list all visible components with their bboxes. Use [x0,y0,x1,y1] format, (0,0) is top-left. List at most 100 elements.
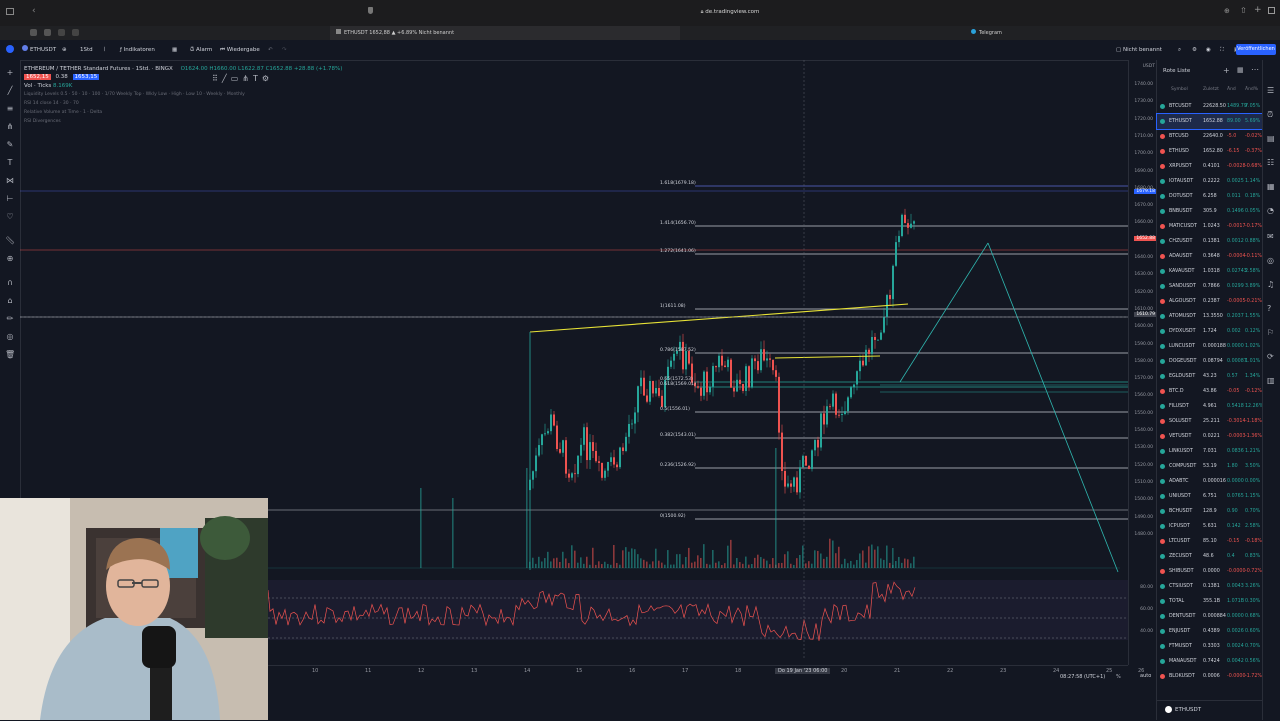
settings-tool-icon[interactable]: ⚙︎ [262,74,273,83]
new-tab-icon[interactable]: + [1254,5,1262,15]
watchlist-row[interactable]: MATICUSDT 1.0243 -0.0017 -0.17% [1157,219,1263,234]
watchlist-row[interactable]: DYDXUSDT 1.724 0.002 0.12% [1157,324,1263,339]
legend-title[interactable]: ETHEREUM / TETHER Standard Futures · 1St… [24,66,173,72]
watchlist-row[interactable]: ATOMUSDT 13.3550 0.2037 1.55% [1157,309,1263,324]
fib-tool-icon[interactable]: ⋔ [242,74,253,83]
pencil-icon[interactable]: ✏︎ [5,314,15,324]
pinned-tab-icon[interactable] [58,29,65,36]
watchlist-row[interactable]: ADABTC 0.000016 0.0000 0.00% [1157,474,1263,489]
share-icon[interactable]: ⇧ [1240,6,1247,15]
ruler-icon[interactable]: 📏︎ [5,236,15,246]
rect-tool-icon[interactable]: ▭ [231,74,243,83]
watchlist-row[interactable]: DOTUSDT 6.258 0.011 0.18% [1157,189,1263,204]
currency-label[interactable]: USDT [1143,64,1155,69]
pinned-tab-icon[interactable] [72,29,79,36]
quick-toggle-icon[interactable]: ⚙︎ [1192,44,1197,56]
fib-icon[interactable]: ⋔ [5,122,15,132]
drag-handle-icon[interactable]: ⠿ [212,74,222,83]
interval-button[interactable]: 1Std [80,44,93,56]
tab-tradingview[interactable]: ETHUSDT 1652,88 ▲ +6.89% Nicht benannt [330,26,680,40]
watchlist-row[interactable]: ADAUSDT 0.3648 -0.0004 -0.11% [1157,249,1263,264]
watchlist-row[interactable]: SANDUSDT 0.7866 0.0299 3.89% [1157,279,1263,294]
crosshair-icon[interactable]: + [5,68,15,78]
watchlist-row[interactable]: ENJUSDT 0.4389 0.0026 0.60% [1157,624,1263,639]
watchlist-row[interactable]: ICPUSDT 5.631 0.142 2.58% [1157,519,1263,534]
watchlist-row[interactable]: COMPUSDT 53.19 1.80 3.50% [1157,459,1263,474]
col-symbol[interactable]: Symbol [1171,87,1188,92]
watchlist-row[interactable]: FILUSDT 4.961 0.5418 12.26% [1157,399,1263,414]
replay-button[interactable]: ⏮︎ Wiedergabe [220,44,260,56]
hide-icon[interactable]: ◎ [5,332,15,342]
pattern-icon[interactable]: ⋈ [5,176,15,186]
watchlist-row[interactable]: BTC.D 43.86 -0.05 -0.12% [1157,384,1263,399]
search-icon[interactable]: ⌕ [1178,44,1181,56]
indicator-rsi[interactable]: RSI 14 close 14 · 30 · 70 [24,101,724,106]
watchlist-row[interactable]: IOTAUSDT 0.2222 0.0025 1.14% [1157,174,1263,189]
watchlist-row[interactable]: BTCUSDT 22628.50 1489.79 7.05% [1157,99,1263,114]
col-last[interactable]: Zuletzt [1203,87,1219,92]
projection-line-down[interactable] [987,242,1119,573]
fullscreen-icon[interactable]: ⛶ [1220,44,1224,56]
watchlist-row[interactable]: KAVAUSDT 1.0318 0.02743 2.58% [1157,264,1263,279]
alarm-button[interactable]: ⏰︎ Alarm [190,44,212,56]
watchlist-row[interactable]: SHIBUSDT 0.0000 -0.0000 -0.72% [1157,564,1263,579]
sidebar-toggle-icon[interactable] [6,8,14,15]
watchlist-row[interactable]: DENTUSDT 0.000884 0.0000 0.68% [1157,609,1263,624]
add-symbol-icon[interactable]: + [1223,66,1230,75]
yellow-trendline[interactable] [529,303,909,333]
chart-type-icon[interactable]: 𝄁 [104,44,105,56]
watchlist-row[interactable]: BLOKUSDT 0.0006 -0.0000 -1.72% [1157,669,1263,684]
screener-icon[interactable]: ▥ [1267,376,1275,385]
help-icon[interactable]: ? [1267,304,1271,313]
hotlist-icon[interactable]: ⚐ [1267,328,1274,337]
brush-icon[interactable]: ✎ [5,140,15,150]
add-symbol-icon[interactable]: ⊕ [62,44,67,56]
indicator-divergence[interactable]: RSI Divergences [24,119,724,124]
watchlist-row[interactable]: ETHUSDT 1652.88 89.00 5.69% [1156,113,1264,130]
symbol-search-button[interactable]: ETHUSDT [22,44,56,56]
watchlist-row[interactable]: BCHUSDT 128.9 0.90 0.70% [1157,504,1263,519]
watchlist-row[interactable]: ETHUSD 1652.80 -6.15 -0.37% [1157,144,1263,159]
pinned-tab-icon[interactable] [30,29,37,36]
zoom-icon[interactable]: ⊕ [5,254,15,264]
publish-button[interactable]: Veröffentlichen [1236,44,1276,55]
yellow-support-line[interactable] [774,355,881,359]
trendline-icon[interactable]: ╱ [5,86,15,96]
watchlist-footer[interactable]: ETHUSDT [1157,700,1263,719]
indicators-button[interactable]: ƒ Indikatoren [120,44,155,56]
trash-icon[interactable]: 🗑︎ [5,350,15,360]
alerts-icon[interactable]: ⏰︎ [1267,110,1273,120]
watchlist-title[interactable]: Rote Liste [1163,68,1190,74]
tab-telegram[interactable]: Telegram [965,26,1265,40]
watchlist-row[interactable]: ZECUSDT 48.6 0.4 0.83% [1157,549,1263,564]
address-bar[interactable]: 🔒︎ de.tradingview.com [560,6,900,19]
data-window-icon[interactable]: ▤ [1267,134,1275,143]
log-toggle[interactable]: % [1116,674,1121,680]
trading-panel-icon[interactable]: ⟳ [1267,352,1274,361]
undo-icon[interactable]: ↶ [268,44,273,56]
floating-drawing-toolbar[interactable]: ⠿╱▭⋔T⚙︎ [212,74,362,86]
watchlist-row[interactable]: SOLUSDT 25.211 -0.3014 -1.18% [1157,414,1263,429]
more-icon[interactable]: ⋯ [1251,65,1259,74]
watchlist-row[interactable]: TOTAL 355.1B 1.071B 0.30% [1157,594,1263,609]
menu-icon[interactable] [6,45,14,53]
time-axis[interactable]: 10 11 12 13 14 15 16 17 18 Do 19 Jan '23 06:00 20 2… [268,665,1144,721]
price-axis[interactable]: USDT 1740.00 1730.00 1720.00 1710.00 1700.00… [1128,60,1157,665]
ideas-icon[interactable]: ◔ [1267,206,1274,215]
notifications-icon[interactable]: ♫ [1267,280,1274,289]
camera-icon[interactable]: ◉ [1206,44,1211,56]
download-icon[interactable]: ⊕ [1224,7,1230,15]
watchlist-row[interactable]: FTMUSDT 0.3303 0.0024 0.70% [1157,639,1263,654]
indicator-relvol[interactable]: Relative Volume at Time · 1 · Delta [24,110,724,115]
watchlist-row[interactable]: UNIUSDT 6.751 0.0765 1.15% [1157,489,1263,504]
watchlist-row[interactable]: LTCUSDT 85.10 -0.15 -0.18% [1157,534,1263,549]
buy-price[interactable]: 1653,15 [72,74,100,80]
watchlist-row[interactable]: VETUSDT 0.0221 -0.0003 -1.36% [1157,429,1263,444]
text-icon[interactable]: T [5,158,15,168]
measure-icon[interactable]: ⊢ [5,194,15,204]
watchlist-row[interactable]: BTCUSD 22640.0 -5.0 -0.02% [1157,129,1263,144]
indicator-liquidity[interactable]: Liquidity Levels 0.5 · 50 · 10 · 100 · 1… [24,92,724,97]
back-icon[interactable]: ‹ [32,6,36,16]
watchlist-icon[interactable]: ☰ [1267,86,1274,95]
lock-drawings-icon[interactable]: ⌂ [5,296,15,306]
